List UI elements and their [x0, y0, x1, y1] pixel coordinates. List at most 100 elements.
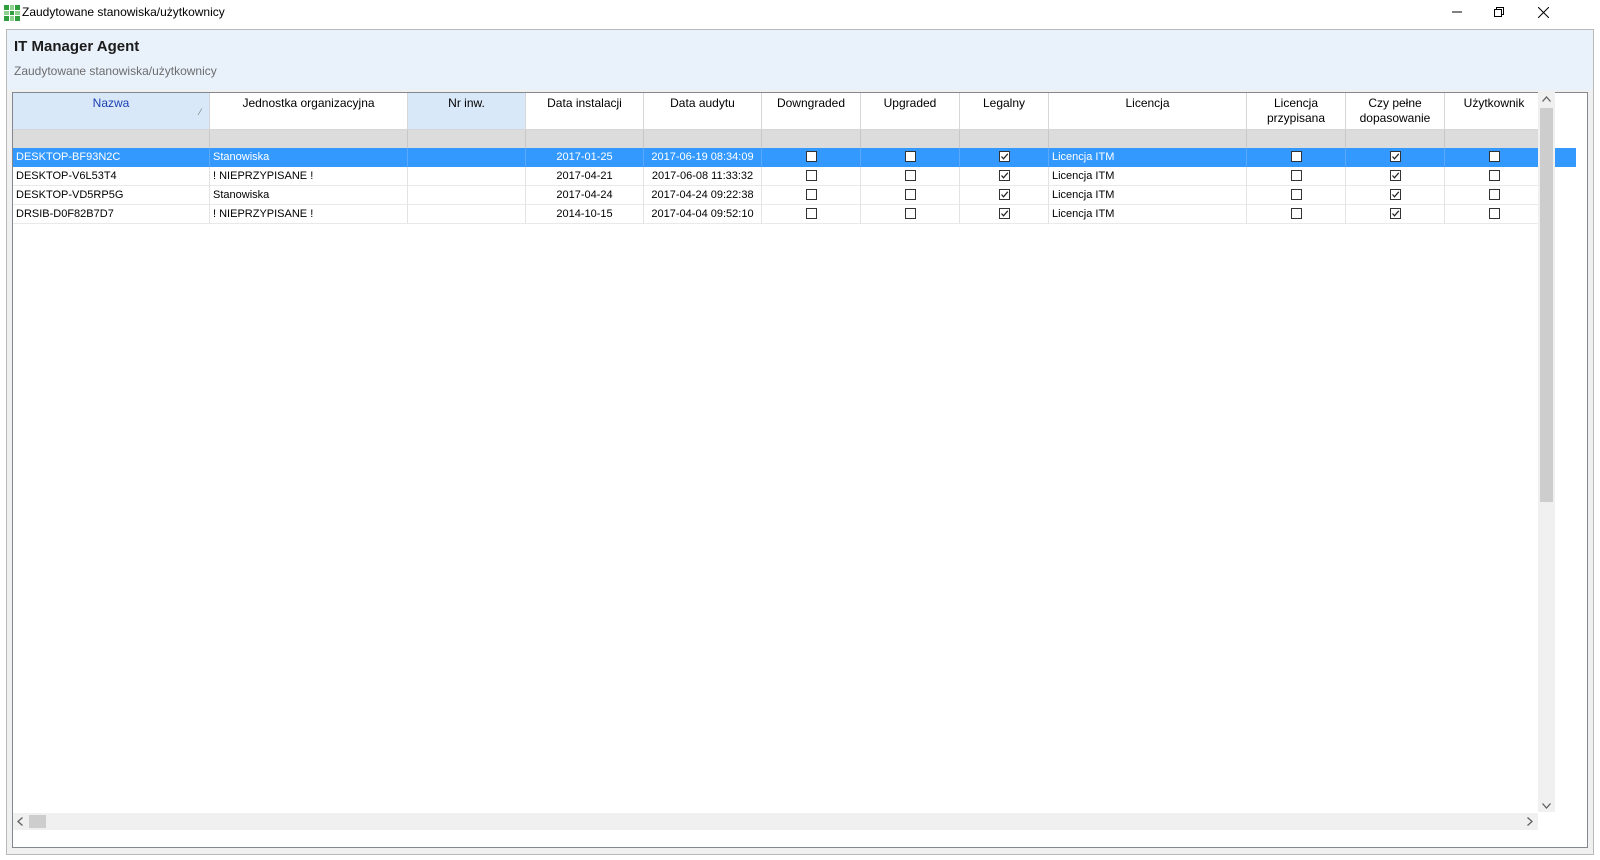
filter-cell-downgraded[interactable] [762, 130, 861, 148]
column-header-licencja[interactable]: Licencja [1049, 93, 1247, 130]
restore-icon [1494, 7, 1504, 17]
cell-nazwa: DESKTOP-VD5RP5G [13, 186, 210, 205]
column-header-uzytkownik[interactable]: Użytkownik [1445, 93, 1544, 130]
table-row[interactable]: DESKTOP-VD5RP5G Stanowiska 2017-04-24 2017-… [13, 186, 1576, 205]
filter-cell-jednostka[interactable] [210, 130, 408, 148]
restore-button[interactable] [1476, 0, 1522, 24]
scroll-up-arrow-icon[interactable] [1542, 94, 1551, 105]
table-row[interactable]: DESKTOP-BF93N2C Stanowiska 2017-01-25 2017-… [13, 148, 1576, 167]
filter-cell-nazwa[interactable] [13, 130, 210, 148]
checked-checkbox-icon[interactable] [999, 189, 1010, 200]
checked-checkbox-icon[interactable] [1390, 170, 1401, 181]
unchecked-checkbox-icon[interactable] [905, 151, 916, 162]
column-header-legalny[interactable]: Legalny [960, 93, 1049, 130]
window-title: Zaudytowane stanowiska/użytkownicy [22, 5, 225, 19]
column-header-label: Downgraded [776, 96, 846, 110]
column-header-nazwa[interactable]: Nazwa ⁄ [13, 93, 210, 130]
checked-checkbox-icon[interactable] [1390, 151, 1401, 162]
cell-jednostka: Stanowiska [210, 148, 408, 167]
column-header-pelne-dopasowanie[interactable]: Czy pełne dopasowanie [1346, 93, 1445, 130]
unchecked-checkbox-icon[interactable] [1489, 189, 1500, 200]
filter-cell-legalny[interactable] [960, 130, 1049, 148]
cell-data-instalacji: 2017-01-25 [526, 148, 644, 167]
filter-cell-data-instalacji[interactable] [526, 130, 644, 148]
cell-data-audytu: 2017-06-08 11:33:32 [644, 167, 762, 186]
cell-nrinw [408, 186, 526, 205]
unchecked-checkbox-icon[interactable] [905, 208, 916, 219]
filter-cell-licencja-przypisana[interactable] [1247, 130, 1346, 148]
horizontal-scroll-thumb[interactable] [29, 815, 46, 828]
column-header-label: Data instalacji [547, 96, 622, 110]
filter-cell-licencja[interactable] [1049, 130, 1247, 148]
unchecked-checkbox-icon[interactable] [1291, 208, 1302, 219]
column-header-data-audytu[interactable]: Data audytu [644, 93, 762, 130]
unchecked-checkbox-icon[interactable] [1489, 170, 1500, 181]
cell-downgraded [762, 148, 861, 167]
header-panel [7, 30, 1593, 90]
unchecked-checkbox-icon[interactable] [806, 170, 817, 181]
column-header-downgraded[interactable]: Downgraded [762, 93, 861, 130]
cell-licencja: Licencja ITM [1049, 167, 1247, 186]
close-button[interactable] [1520, 0, 1566, 24]
unchecked-checkbox-icon[interactable] [806, 151, 817, 162]
unchecked-checkbox-icon[interactable] [806, 208, 817, 219]
column-header-licencja-przypisana[interactable]: Licencja przypisana [1247, 93, 1346, 130]
cell-nazwa: DRSIB-D0F82B7D7 [13, 205, 210, 224]
column-header-nrinw[interactable]: Nr inw. [408, 93, 526, 130]
filter-cell-upgraded[interactable] [861, 130, 960, 148]
cell-licencja: Licencja ITM [1049, 186, 1247, 205]
filter-cell-nrinw[interactable] [408, 130, 526, 148]
column-header-upgraded[interactable]: Upgraded [861, 93, 960, 130]
unchecked-checkbox-icon[interactable] [806, 189, 817, 200]
cell-nrinw [408, 148, 526, 167]
unchecked-checkbox-icon[interactable] [1489, 151, 1500, 162]
cell-nazwa: DESKTOP-V6L53T4 [13, 167, 210, 186]
unchecked-checkbox-icon[interactable] [1291, 189, 1302, 200]
cell-uzytkownik [1445, 205, 1544, 224]
table-row[interactable]: DRSIB-D0F82B7D7! NIEPRZYPISANE ! 2014-10-… [13, 205, 1576, 224]
checked-checkbox-icon[interactable] [1390, 189, 1401, 200]
minimize-button[interactable] [1434, 0, 1480, 24]
cell-licencja: Licencja ITM [1049, 205, 1247, 224]
checked-checkbox-icon[interactable] [999, 170, 1010, 181]
unchecked-checkbox-icon[interactable] [905, 189, 916, 200]
column-header-label: Licencja [1125, 96, 1170, 110]
table-row[interactable]: DESKTOP-V6L53T4! NIEPRZYPISANE ! 2017-04-… [13, 167, 1576, 186]
cell-pelne-dopasowanie [1346, 148, 1445, 167]
horizontal-scrollbar[interactable] [13, 813, 1538, 830]
app-grid-icon [4, 5, 20, 21]
filter-cell-data-audytu[interactable] [644, 130, 762, 148]
cell-nrinw [408, 205, 526, 224]
column-header-label: Nr inw. [448, 96, 485, 110]
cell-upgraded [861, 205, 960, 224]
scroll-down-arrow-icon[interactable] [1542, 801, 1551, 812]
cell-licencja-przypisana [1247, 205, 1346, 224]
cell-legalny [960, 205, 1049, 224]
unchecked-checkbox-icon[interactable] [1291, 151, 1302, 162]
filter-cell-uzytkownik[interactable] [1445, 130, 1544, 148]
cell-uzytkownik [1445, 167, 1544, 186]
scroll-left-arrow-icon[interactable] [17, 817, 23, 829]
checked-checkbox-icon[interactable] [1390, 208, 1401, 219]
cell-licencja-przypisana [1247, 167, 1346, 186]
cell-data-audytu: 2017-04-24 09:22:38 [644, 186, 762, 205]
unchecked-checkbox-icon[interactable] [1291, 170, 1302, 181]
cell-jednostka: Stanowiska [210, 186, 408, 205]
close-icon [1537, 6, 1549, 18]
column-header-label: Nazwa [92, 96, 130, 110]
column-header-data-instalacji[interactable]: Data instalacji [526, 93, 644, 130]
unchecked-checkbox-icon[interactable] [1489, 208, 1500, 219]
scroll-right-arrow-icon[interactable] [1527, 817, 1533, 829]
cell-upgraded [861, 148, 960, 167]
cell-upgraded [861, 167, 960, 186]
audit-grid[interactable]: Nazwa ⁄ Jednostka organizacyjna Nr inw. Data… [12, 92, 1588, 848]
column-header-jednostka[interactable]: Jednostka organizacyjna [210, 93, 408, 130]
checked-checkbox-icon[interactable] [999, 208, 1010, 219]
unchecked-checkbox-icon[interactable] [905, 170, 916, 181]
cell-downgraded [762, 205, 861, 224]
checked-checkbox-icon[interactable] [999, 151, 1010, 162]
vertical-scroll-thumb[interactable] [1540, 108, 1553, 502]
cell-data-instalacji: 2017-04-21 [526, 167, 644, 186]
filter-cell-pelne-dopasowanie[interactable] [1346, 130, 1445, 148]
cell-licencja-przypisana [1247, 148, 1346, 167]
